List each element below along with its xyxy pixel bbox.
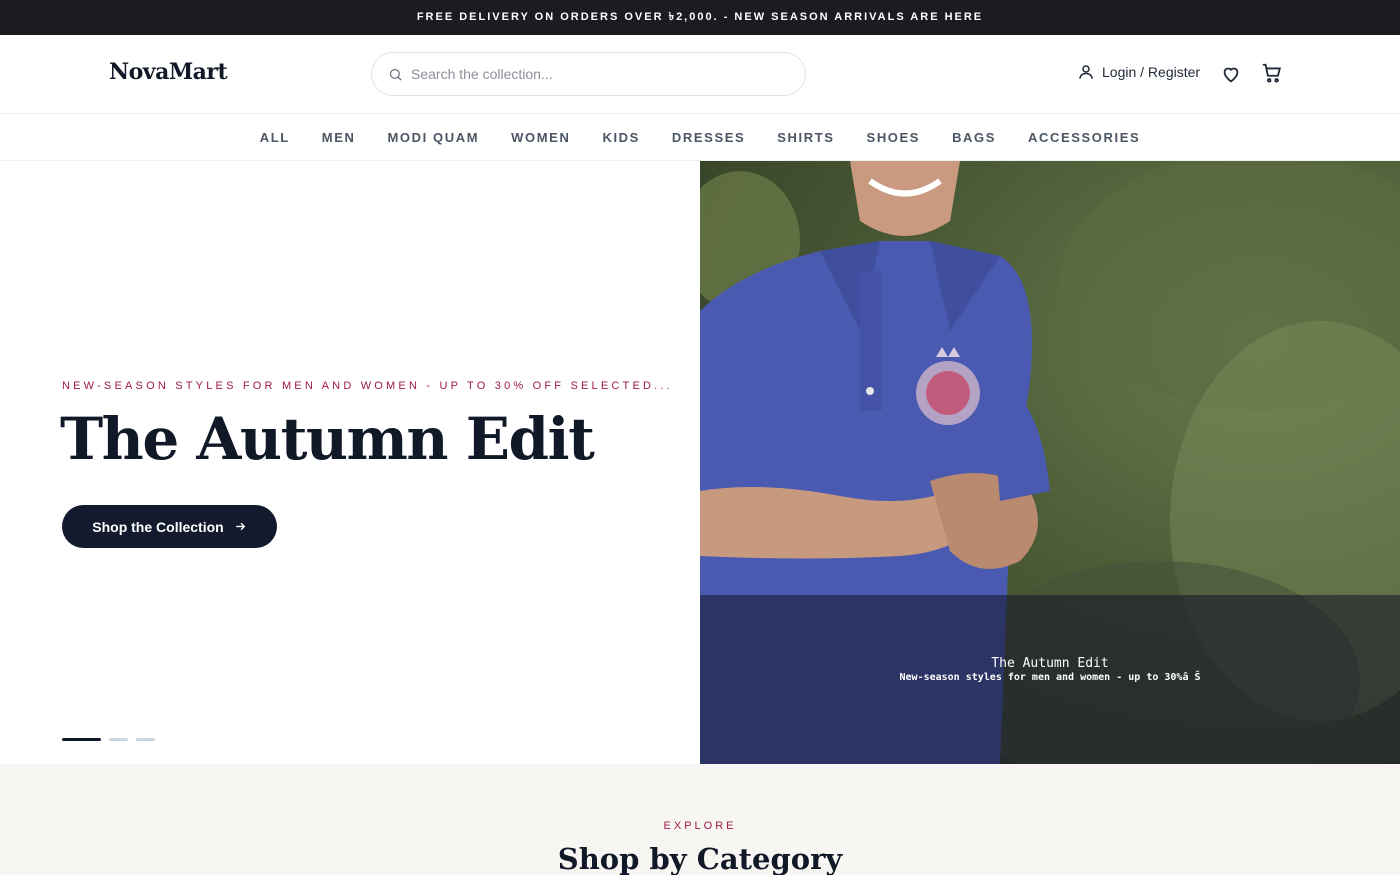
category-nav: ALL MEN MODI QUAM WOMEN KIDS DRESSES SHI… [0, 114, 1400, 161]
nav-item-dresses[interactable]: DRESSES [672, 130, 745, 145]
slider-dot-1[interactable] [62, 738, 101, 741]
image-caption-title: The Autumn Edit [991, 656, 1109, 671]
user-icon [1079, 65, 1093, 79]
search-icon [389, 68, 402, 81]
nav-item-all[interactable]: ALL [260, 130, 290, 145]
slider-dot-2[interactable] [109, 738, 128, 741]
announcement-bar: FREE DELIVERY ON ORDERS OVER ৳2,000. - N… [0, 0, 1400, 35]
nav-item-men[interactable]: MEN [322, 130, 356, 145]
category-section: EXPLORE Shop by Category [0, 764, 1400, 875]
nav-item-kids[interactable]: KIDS [602, 130, 639, 145]
nav-item-shoes[interactable]: SHOES [867, 130, 921, 145]
nav-item-women[interactable]: WOMEN [511, 130, 570, 145]
search-input[interactable] [411, 66, 771, 82]
account-link[interactable]: Login / Register [1077, 63, 1200, 81]
announcement-text: FREE DELIVERY ON ORDERS OVER ৳2,000. - N… [416, 11, 984, 23]
slider-dots [62, 738, 163, 741]
nav-item-accessories[interactable]: ACCESSORIES [1028, 130, 1140, 145]
hero-eyebrow: NEW-SEASON STYLES FOR MEN AND WOMEN - UP… [62, 380, 673, 392]
hero-image: The Autumn Edit New-season styles for me… [700, 161, 1400, 764]
nav-item-modi-quam[interactable]: MODI QUAM [388, 130, 480, 145]
nav-item-bags[interactable]: BAGS [952, 130, 996, 145]
logo[interactable]: NovaMart [109, 59, 228, 85]
section-eyebrow: EXPLORE [663, 820, 737, 832]
slider-dot-3[interactable] [136, 738, 155, 741]
cart-icon[interactable] [1261, 62, 1283, 84]
nav-item-shirts[interactable]: SHIRTS [777, 130, 834, 145]
hero-title: The Autumn Edit [60, 405, 595, 473]
search-bar[interactable] [371, 52, 806, 96]
shop-collection-label: Shop the Collection [92, 518, 224, 535]
image-caption-overlay: The Autumn Edit New-season styles for me… [700, 595, 1400, 764]
image-caption-subtitle: New-season styles for men and women - up… [899, 672, 1201, 683]
heart-icon[interactable] [1220, 63, 1242, 85]
section-title: Shop by Category [557, 842, 843, 875]
shop-collection-button[interactable]: Shop the Collection [62, 505, 277, 548]
account-label: Login / Register [1102, 64, 1201, 80]
site-header: NovaMart Login / Register [0, 35, 1400, 114]
hero-text-panel: NEW-SEASON STYLES FOR MEN AND WOMEN - UP… [0, 161, 700, 764]
arrow-right-icon [235, 522, 245, 531]
